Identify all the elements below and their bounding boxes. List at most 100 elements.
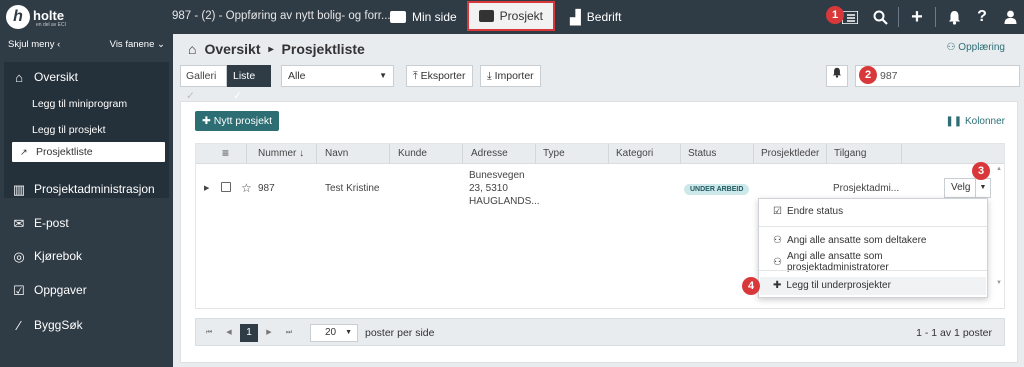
tab-min-side[interactable]: Min side <box>380 0 467 34</box>
logo-tagline: en del av ECI <box>36 22 67 28</box>
prev-page-button[interactable]: ◀ <box>220 324 238 342</box>
show-tabs-button[interactable]: Vis fanene ⌄ <box>110 39 165 50</box>
menu-item-all-participants[interactable]: ⚇ Angi alle ansatte som deltakere <box>773 235 927 246</box>
home-icon: ⌂ <box>15 69 23 85</box>
hide-menu-label: Skjul meny <box>8 39 55 50</box>
sidebar-item-label: ByggSøk <box>34 318 83 332</box>
select-action-button[interactable]: Velg <box>944 178 978 198</box>
logo-mark: h <box>6 5 30 29</box>
columns-icon: ❚❚ <box>945 116 963 127</box>
view-list-button[interactable]: Liste ✓ <box>227 65 271 102</box>
pagination: ⏮ ◀ 1 ▶ ⏭ 20 ▼ poster per side 1 - 1 av … <box>195 318 1005 346</box>
column-header-kategori[interactable]: Kategori <box>616 148 653 159</box>
tab-bedrift[interactable]: ▟ Bedrift <box>560 0 631 34</box>
sidebar-sub-label: Prosjektliste <box>36 146 93 158</box>
marker-1: 1 <box>826 6 844 24</box>
envelope-icon: ✉ <box>13 215 25 231</box>
next-page-button[interactable]: ▶ <box>260 324 278 342</box>
column-divider <box>535 144 536 164</box>
row-checkbox[interactable] <box>221 182 231 192</box>
notifications-button[interactable] <box>826 65 848 87</box>
column-header-status[interactable]: Status <box>688 148 716 159</box>
marker-3: 3 <box>972 162 990 180</box>
page-size-select[interactable]: 20 ▼ <box>310 324 358 342</box>
column-header-nummer[interactable]: Nummer ↓ <box>258 148 304 159</box>
tab-label: Min side <box>412 10 457 24</box>
users-icon: ⚇ <box>773 235 782 246</box>
page-title: Prosjektliste <box>281 41 365 57</box>
column-header-navn[interactable]: Navn <box>325 148 348 159</box>
column-header-tilgang[interactable]: Tilgang <box>834 148 866 159</box>
sidebar: Skjul meny ‹ Vis fanene ⌄ ⌂ Oversikt Leg… <box>0 34 173 367</box>
breadcrumb-root[interactable]: Oversikt <box>204 41 260 57</box>
menu-divider <box>759 226 987 227</box>
sidebar-sub-legg-til-prosjekt[interactable]: Legg til prosjekt <box>32 124 106 136</box>
action-dropdown-toggle[interactable]: ▼ <box>975 178 991 198</box>
plus-icon: ✚ <box>202 115 211 127</box>
export-button[interactable]: ⤒ Eksporter <box>406 65 473 87</box>
column-header-adresse[interactable]: Adresse <box>471 148 508 159</box>
hide-menu-button[interactable]: Skjul meny ‹ <box>8 39 60 50</box>
search-icon[interactable] <box>866 0 894 34</box>
first-page-button[interactable]: ⏮ <box>200 324 218 342</box>
sidebar-sub-legg-til-miniprogram[interactable]: Legg til miniprogram <box>32 98 127 110</box>
export-icon: ⤒ <box>413 70 418 82</box>
project-name[interactable]: Test Kristine <box>325 183 379 194</box>
sidebar-item-prosjektadministrasjon[interactable]: ▥ Prosjektadministrasjon <box>12 182 155 196</box>
column-header-kunde[interactable]: Kunde <box>398 148 427 159</box>
menu-item-label: Legg til underprosjekter <box>786 280 891 291</box>
logo-word: holte <box>33 8 65 23</box>
plus-icon[interactable]: + <box>903 0 931 34</box>
sidebar-sub-prosjektliste[interactable]: ↗ Prosjektliste <box>12 142 165 162</box>
help-icon[interactable]: ? <box>968 0 996 34</box>
training-link[interactable]: ⚇ Opplæring <box>947 42 1005 53</box>
holte-logo[interactable]: h holte en del av ECI <box>6 5 68 29</box>
sidebar-item-oppgaver[interactable]: ☑ Oppgaver <box>12 283 87 297</box>
filter-select[interactable]: Alle ▼ <box>281 65 394 87</box>
list-toolbar: Galleri ✓ Liste ✓ Alle ▼ ⤒ Eksporter ⤓ I… <box>180 65 1020 102</box>
grid-header: ≡ Nummer ↓ Navn Kunde Adresse Type Kateg… <box>196 144 1004 164</box>
menu-item-add-subprojects[interactable]: ✚ Legg til underprosjekter <box>773 280 891 291</box>
project-address-line: HAUGLANDS... <box>469 196 540 207</box>
current-page-button[interactable]: 1 <box>240 324 258 342</box>
folder-icon <box>479 10 494 22</box>
column-divider <box>753 144 754 164</box>
column-header-prosjektleder[interactable]: Prosjektleder <box>761 148 819 159</box>
column-divider <box>826 144 827 164</box>
column-divider <box>462 144 463 164</box>
new-project-button[interactable]: ✚ Nytt prosjekt <box>195 111 280 131</box>
sidebar-group-overview: ⌂ Oversikt Legg til miniprogram Legg til… <box>4 62 169 198</box>
users-icon: ⚇ <box>946 42 956 53</box>
grid-menu-icon[interactable]: ≡ <box>222 146 229 160</box>
edit-icon: ☑ <box>773 206 782 217</box>
column-divider <box>608 144 609 164</box>
factory-icon: ▟ <box>570 8 581 25</box>
current-project-title[interactable]: 987 - (2) - Oppføring av nytt bolig- og … <box>172 10 391 22</box>
scrollbar[interactable]: ▲ ▼ <box>996 166 1002 286</box>
new-project-label: Nytt prosjekt <box>213 115 273 127</box>
page-size-label: poster per side <box>365 327 435 339</box>
show-tabs-label: Vis fanene <box>109 39 155 50</box>
sidebar-item-e-post[interactable]: ✉ E-post <box>12 216 69 230</box>
export-label: Eksporter <box>420 70 466 82</box>
sidebar-item-kjorebok[interactable]: ◎ Kjørebok <box>12 249 82 263</box>
bell-icon[interactable] <box>940 0 968 34</box>
user-icon[interactable] <box>996 0 1024 34</box>
columns-button[interactable]: ❚❚ Kolonner <box>945 116 1005 127</box>
project-access: Prosjektadmi... <box>833 183 900 194</box>
sidebar-item-oversikt[interactable]: ⌂ Oversikt <box>12 70 78 84</box>
column-header-type[interactable]: Type <box>543 148 565 159</box>
star-icon[interactable]: ☆ <box>241 181 252 195</box>
sidebar-item-byggsok[interactable]: ⁄ ByggSøk <box>12 318 83 332</box>
import-button[interactable]: ⤓ Importer <box>480 65 541 87</box>
sidebar-item-label: Oversikt <box>34 70 79 84</box>
id-card-icon <box>390 11 406 23</box>
column-divider <box>901 144 902 164</box>
expand-row-icon[interactable]: ▶ <box>204 184 209 192</box>
home-icon: ⌂ <box>188 41 197 57</box>
view-gallery-button[interactable]: Galleri ✓ <box>180 65 227 102</box>
last-page-button[interactable]: ⏭ <box>280 324 298 342</box>
search-input[interactable]: 987 <box>855 65 1020 87</box>
menu-item-change-status[interactable]: ☑ Endre status <box>773 206 843 217</box>
tab-prosjekt[interactable]: Prosjekt <box>467 1 555 31</box>
